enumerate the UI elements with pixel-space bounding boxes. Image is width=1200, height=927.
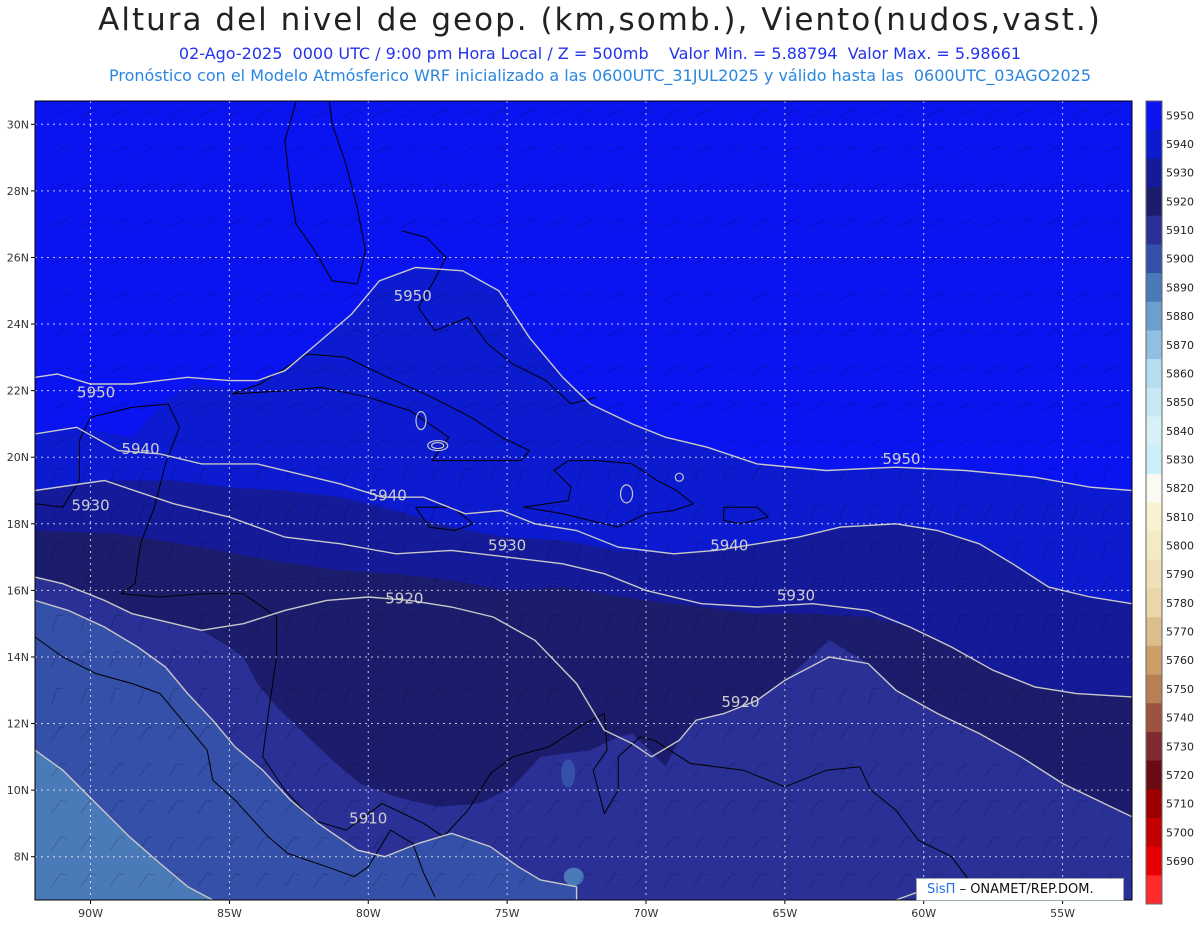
colorbar-label: 5800 <box>1166 540 1194 553</box>
colorbar-swatch <box>1146 215 1162 245</box>
lon-tick-label: 80W <box>356 907 381 920</box>
colorbar-swatch <box>1146 674 1162 704</box>
credit-box: SisΠ – ONAMET/REP.DOM. <box>916 878 1124 901</box>
contour-label: 5950 <box>77 383 115 401</box>
lat-tick-label: 20N <box>7 451 29 464</box>
lat-tick-label: 8N <box>14 851 29 864</box>
contour-label: 5950 <box>394 287 432 305</box>
colorbar-label: 5710 <box>1166 798 1194 811</box>
lat-tick-label: 24N <box>7 318 29 331</box>
contour-label: 5920 <box>721 693 759 711</box>
lon-tick-label: 75W <box>495 907 520 920</box>
colorbar-swatch <box>1146 502 1162 532</box>
wind-barb <box>1130 884 1132 887</box>
colorbar-label: 5830 <box>1166 453 1194 466</box>
contour-label: 5940 <box>121 440 159 458</box>
colorbar-label: 5770 <box>1166 626 1194 639</box>
contour-label: 5920 <box>385 590 423 608</box>
colorbar-label: 5930 <box>1166 167 1194 180</box>
colorbar-swatch <box>1146 731 1162 762</box>
lon-tick-label: 65W <box>772 907 797 920</box>
contour-label: 5940 <box>710 536 748 554</box>
map-fields: 5950 5950 5950 5940 5940 5940 5930 5930 5930 5920… <box>35 101 1132 900</box>
contour-label: 5930 <box>71 496 109 514</box>
colorbar-swatch <box>1146 760 1162 790</box>
lat-tick-label: 10N <box>7 784 29 797</box>
colorbar-label: 5760 <box>1166 654 1194 667</box>
lat-tick-label: 18N <box>7 518 29 531</box>
colorbar-label: 5790 <box>1166 568 1194 581</box>
colorbar-swatch <box>1146 559 1162 590</box>
contour-label: 5930 <box>488 536 526 554</box>
lat-tick-label: 16N <box>7 584 29 597</box>
colorbar-swatch <box>1146 617 1162 647</box>
lat-tick-label: 30N <box>7 118 29 131</box>
lat-tick-label: 26N <box>7 251 29 264</box>
colorbar-swatch <box>1146 101 1162 131</box>
colorbar-label: 5900 <box>1166 253 1194 266</box>
colorbar-swatch <box>1146 244 1162 274</box>
colorbar-swatch <box>1146 273 1162 303</box>
colorbar-swatch <box>1146 588 1162 618</box>
contour-label: 5950 <box>882 450 920 468</box>
colorbar-label: 5820 <box>1166 482 1194 495</box>
wind-barb <box>1130 810 1132 814</box>
colorbar-swatch <box>1146 817 1162 848</box>
colorbar-label: 5720 <box>1166 769 1194 782</box>
colorbar-label: 5700 <box>1166 826 1194 839</box>
colorbar-swatch <box>1146 531 1162 561</box>
colorbar-label: 5840 <box>1166 425 1194 438</box>
lon-tick-label: 60W <box>911 907 936 920</box>
colorbar-swatch <box>1146 330 1162 360</box>
lon-tick-label: 70W <box>634 907 659 920</box>
colorbar-label: 5850 <box>1166 396 1194 409</box>
colorbar-label: 5890 <box>1166 281 1194 294</box>
colorbar-swatch <box>1146 703 1162 733</box>
weather-map: 5950 5950 5950 5940 5940 5940 5930 5930 5930 5920… <box>7 100 1194 920</box>
colorbar-label: 5880 <box>1166 310 1194 323</box>
colorbar-label: 5810 <box>1166 511 1194 524</box>
colorbar-swatch <box>1146 416 1162 446</box>
colorbar-swatch <box>1146 875 1162 905</box>
credit-text: – ONAMET/REP.DOM. <box>959 882 1094 897</box>
contour-label: 5940 <box>369 487 407 505</box>
lat-tick-label: 28N <box>7 185 29 198</box>
colorbar-swatch <box>1146 445 1162 475</box>
colorbar-swatch <box>1146 789 1162 819</box>
colorbar-swatch <box>1146 359 1162 389</box>
sispi-logo: SisΠ <box>927 882 956 897</box>
colorbar-label: 5940 <box>1166 138 1194 151</box>
colorbar-swatch <box>1146 301 1162 331</box>
colorbar-swatch <box>1146 158 1162 188</box>
band-5890-pocket <box>563 867 584 886</box>
lon-tick-label: 55W <box>1050 907 1075 920</box>
colorbar-label: 5690 <box>1166 855 1194 868</box>
contour-label: 5930 <box>777 586 815 604</box>
colorbar-label: 5920 <box>1166 195 1194 208</box>
lat-tick-label: 12N <box>7 718 29 731</box>
wind-barb <box>1130 737 1132 741</box>
contour-label: 5910 <box>349 809 387 827</box>
colorbar-swatch <box>1146 387 1162 417</box>
colorbar-label: 5780 <box>1166 597 1194 610</box>
colorbar-swatch <box>1146 187 1162 217</box>
colorbar-swatch <box>1146 645 1162 676</box>
colorbar-label: 5740 <box>1166 712 1194 725</box>
colorbar-label: 5870 <box>1166 339 1194 352</box>
colorbar-label: 5910 <box>1166 224 1194 237</box>
lat-tick-label: 14N <box>7 651 29 664</box>
colorbar-label: 5750 <box>1166 683 1194 696</box>
lat-tick-label: 22N <box>7 385 29 398</box>
colorbar-label: 5860 <box>1166 367 1194 380</box>
lon-tick-label: 90W <box>78 907 103 920</box>
colorbar-label: 5730 <box>1166 740 1194 753</box>
colorbar-swatch <box>1146 846 1162 876</box>
colorbar-swatch <box>1146 129 1162 159</box>
wind-barb <box>1130 774 1132 778</box>
band-5900-pocket <box>561 759 576 788</box>
colorbar-label: 5950 <box>1166 109 1194 122</box>
colorbar-swatch <box>1146 473 1162 503</box>
wind-barb <box>1130 847 1132 851</box>
lon-tick-label: 85W <box>217 907 242 920</box>
